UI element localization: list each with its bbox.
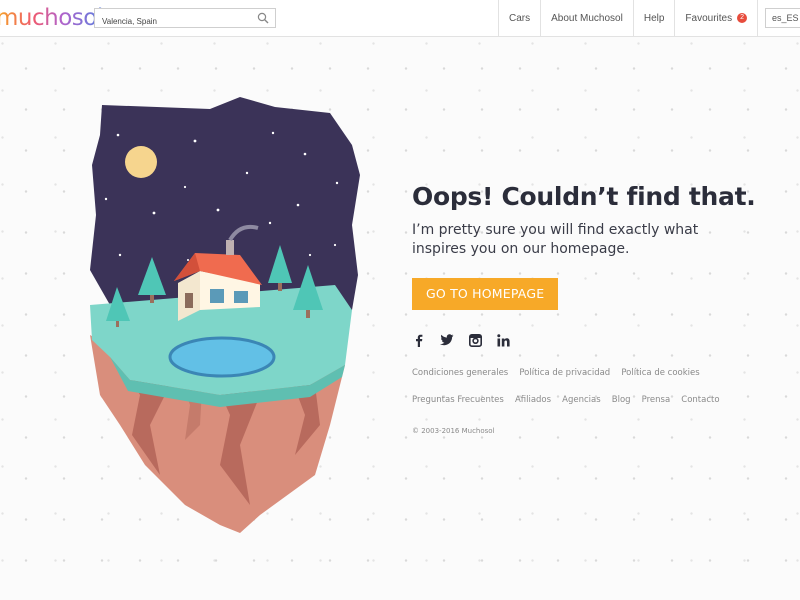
link-preguntas-frecuentes[interactable]: Preguntas Frecuentes xyxy=(412,395,504,405)
link-prensa[interactable]: Prensa xyxy=(642,395,671,405)
link-politica-cookies[interactable]: Política de cookies xyxy=(621,368,699,378)
link-afiliados[interactable]: Afiliados xyxy=(515,395,551,405)
search-icon[interactable] xyxy=(257,12,269,24)
facebook-icon[interactable] xyxy=(412,333,426,347)
link-condiciones-generales[interactable]: Condiciones generales xyxy=(412,368,508,378)
nav-about[interactable]: About Muchosol xyxy=(540,0,633,36)
nav-help[interactable]: Help xyxy=(632,0,675,36)
top-header: muchosol Cars About Muchosol Help Favour… xyxy=(0,0,800,37)
search-box[interactable] xyxy=(94,8,276,31)
go-to-homepage-button[interactable]: GO TO HOMEPAGE xyxy=(412,278,559,310)
main-nav: Cars About Muchosol Help Favourites 2 xyxy=(498,0,759,36)
link-blog[interactable]: Blog xyxy=(612,395,631,405)
language-selector[interactable]: es_ES xyxy=(765,8,800,28)
instagram-icon[interactable] xyxy=(468,333,482,347)
floating-island-illustration xyxy=(90,97,360,533)
link-politica-privacidad[interactable]: Política de privacidad xyxy=(519,368,610,378)
social-links xyxy=(412,333,792,347)
muchosol-logo[interactable]: muchosol xyxy=(0,5,103,31)
copyright: © 2003-2016 Muchosol xyxy=(412,427,495,435)
pond xyxy=(168,336,276,378)
nav-cars[interactable]: Cars xyxy=(498,0,540,36)
link-agencias[interactable]: Agencias xyxy=(562,395,601,405)
favourites-count-badge: 2 xyxy=(737,13,748,23)
page-title: Oops! Couldn’t find that. xyxy=(412,182,756,211)
footer-links: Condiciones generales Política de privac… xyxy=(412,360,782,414)
moon-icon xyxy=(125,146,157,178)
page-subtitle: I’m pretty sure you will find exactly wh… xyxy=(412,222,699,257)
linkedin-icon[interactable] xyxy=(496,333,510,347)
error-content: Oops! Couldn’t find that. I’m pretty sur… xyxy=(412,182,792,435)
link-contacto[interactable]: Contacto xyxy=(681,395,719,405)
twitter-icon[interactable] xyxy=(440,333,454,347)
search-input[interactable] xyxy=(95,12,252,31)
nav-favourites[interactable]: Favourites 2 xyxy=(674,0,759,36)
